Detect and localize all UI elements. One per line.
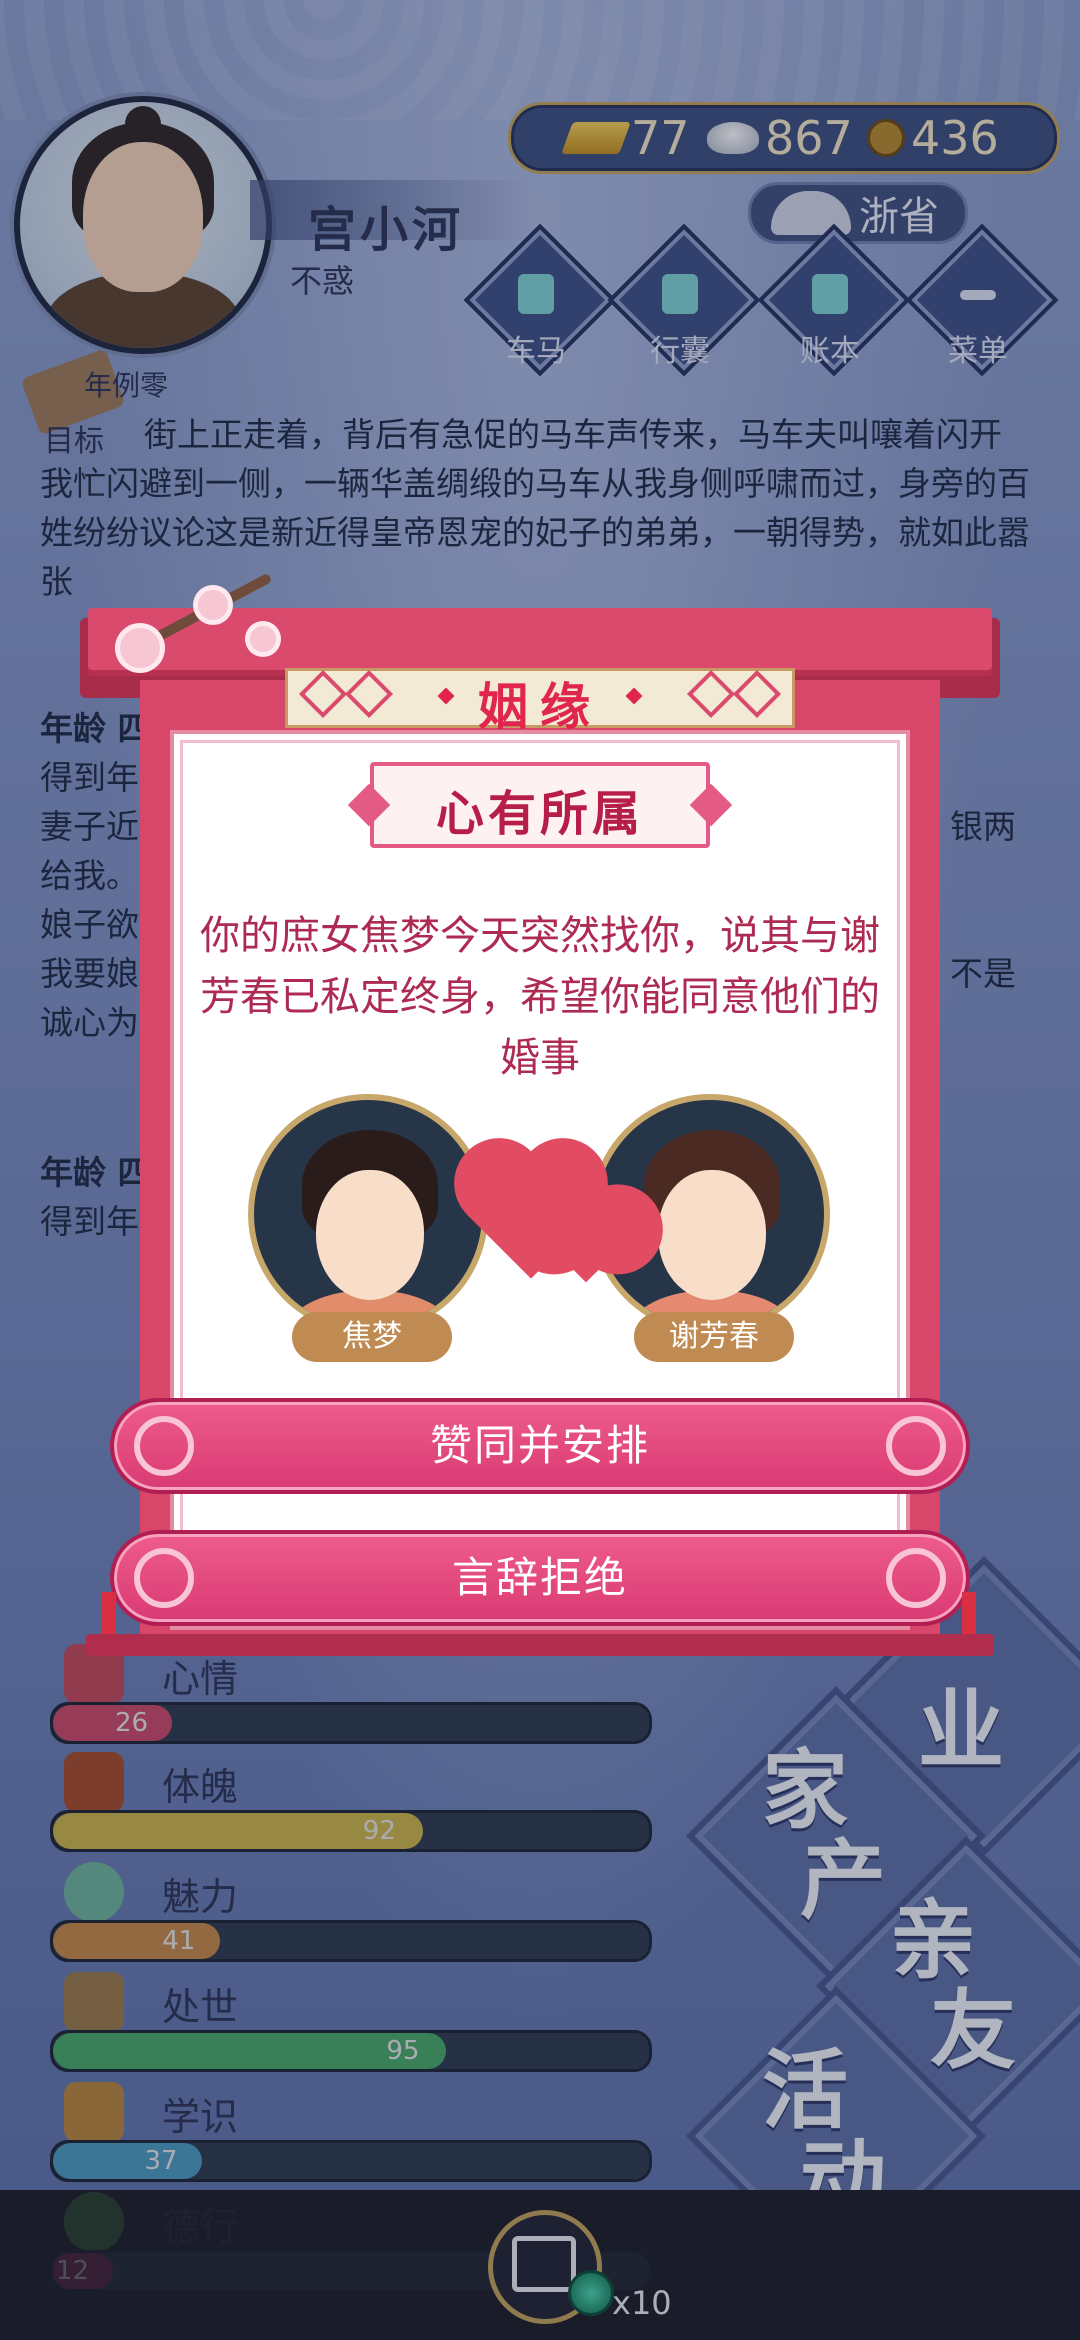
- dialog-bottom-ledge: [86, 1634, 994, 1656]
- swirl-deco-icon: [134, 1416, 194, 1476]
- accept-arrange-button[interactable]: 赞同并安排: [110, 1398, 970, 1494]
- dialog-subtitle: 心有所属: [435, 786, 644, 842]
- reject-button-label: 言辞拒绝: [451, 1553, 628, 1602]
- person-name-left: 焦梦: [292, 1312, 452, 1362]
- plum-blossom-icon: [198, 590, 228, 620]
- title-deco-right: [686, 669, 782, 719]
- swirl-deco-icon: [886, 1548, 946, 1608]
- reject-button[interactable]: 言辞拒绝: [110, 1530, 970, 1626]
- candle-right: [962, 1592, 976, 1638]
- plum-blossom-icon: [250, 626, 276, 652]
- title-deco-left: [298, 669, 394, 719]
- swirl-deco-icon: [886, 1416, 946, 1476]
- portrait-left: [248, 1094, 488, 1334]
- portrait-face: [658, 1170, 766, 1300]
- dialog-message: 你的庶女焦梦今天突然找你，说其与谢芳春已私定终身，希望你能同意他们的婚事: [200, 913, 880, 1081]
- dialog-title: 姻缘: [478, 678, 602, 736]
- heart-small-icon: [543, 1197, 629, 1283]
- portrait-face: [316, 1170, 424, 1300]
- person-name-right: 谢芳春: [634, 1312, 794, 1362]
- accept-button-label: 赞同并安排: [429, 1421, 650, 1470]
- swirl-deco-icon: [134, 1548, 194, 1608]
- plum-blossom-icon: [120, 628, 160, 668]
- dialog-roof: [88, 608, 992, 670]
- candle-left: [102, 1592, 116, 1638]
